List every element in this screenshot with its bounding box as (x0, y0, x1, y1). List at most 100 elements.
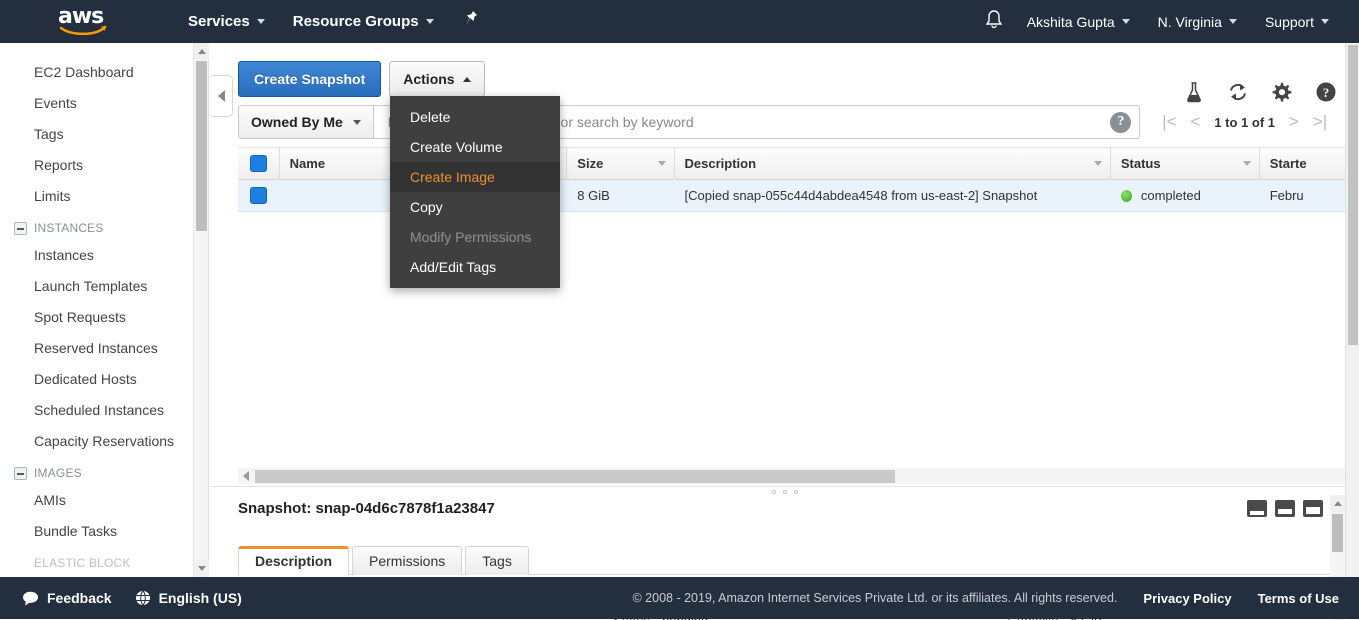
nav-support-label: Support (1265, 14, 1314, 30)
feedback-button[interactable]: Feedback (22, 590, 112, 606)
status-indicator-icon (1121, 190, 1132, 202)
hscroll-left-button[interactable] (238, 468, 254, 484)
triangle-up-icon (198, 49, 206, 54)
pane-full-icon[interactable] (1303, 500, 1323, 517)
pagination-prev-button[interactable]: < (1182, 112, 1208, 132)
menu-item-add-edit-tags[interactable]: Add/Edit Tags (390, 252, 560, 282)
sidebar-item-tags[interactable]: Tags (0, 119, 193, 150)
sidebar-item-launch-templates[interactable]: Launch Templates (0, 271, 193, 302)
row-checkbox[interactable] (250, 187, 267, 204)
column-label: Status (1121, 156, 1161, 171)
footer-bar: Feedback English (US) © 2008 - 2019, Ama… (0, 577, 1359, 619)
feedback-label: Feedback (47, 590, 112, 606)
select-all-checkbox[interactable] (250, 155, 267, 172)
actions-dropdown-menu: Delete Create Volume Create Image Copy M… (390, 96, 560, 288)
nav-support-menu[interactable]: Support (1251, 0, 1343, 43)
pin-icon[interactable] (448, 10, 494, 33)
pagination-last-button[interactable]: >| (1307, 112, 1333, 132)
pane-split-icon[interactable] (1275, 500, 1295, 517)
nav-region-menu[interactable]: N. Virginia (1144, 0, 1251, 43)
grip-dot (772, 490, 776, 494)
tab-tags[interactable]: Tags (465, 546, 529, 575)
chevron-down-icon[interactable] (658, 161, 666, 166)
detail-tabs: Description Permissions Tags (238, 545, 1331, 575)
nav-services[interactable]: Services (174, 0, 279, 43)
pane-layout-buttons (1247, 500, 1323, 517)
pane-bottom-icon[interactable] (1247, 500, 1267, 517)
tab-permissions[interactable]: Permissions (352, 546, 462, 575)
hscroll-thumb[interactable] (255, 470, 895, 483)
chevron-down-icon (1321, 19, 1329, 24)
actions-button-label: Actions (403, 71, 454, 87)
column-header-size[interactable]: Size (567, 148, 674, 180)
chevron-down-icon[interactable] (1094, 161, 1102, 166)
menu-item-copy[interactable]: Copy (390, 192, 560, 222)
detail-scroll-up-button[interactable] (1330, 495, 1345, 512)
nav-account-menu[interactable]: Akshita Gupta (1013, 0, 1144, 43)
terms-of-use-link[interactable]: Terms of Use (1258, 591, 1339, 606)
sidebar-scroll-up-button[interactable] (194, 43, 209, 60)
sidebar-item-dedicated-hosts[interactable]: Dedicated Hosts (0, 364, 193, 395)
sidebar-item-capacity-reservations[interactable]: Capacity Reservations (0, 426, 193, 457)
column-label: Starte (1270, 156, 1307, 171)
actions-button[interactable]: Actions (389, 61, 484, 97)
sidebar-item-reserved-instances[interactable]: Reserved Instances (0, 333, 193, 364)
refresh-icon[interactable] (1227, 81, 1249, 103)
aws-logo[interactable]: aws (58, 7, 116, 37)
menu-item-create-image[interactable]: Create Image (390, 162, 560, 192)
menu-item-modify-permissions: Modify Permissions (390, 222, 560, 252)
sidebar-group-label: IMAGES (34, 466, 82, 480)
sidebar-item-bundle-tasks[interactable]: Bundle Tasks (0, 516, 193, 547)
page-scrollbar[interactable] (1345, 43, 1359, 577)
column-header-status[interactable]: Status (1111, 148, 1260, 180)
chevron-down-icon (257, 19, 265, 24)
globe-icon (135, 590, 151, 606)
notifications-bell-icon[interactable] (985, 9, 1013, 34)
sidebar-item-limits[interactable]: Limits (0, 181, 193, 212)
column-label: Name (290, 156, 325, 171)
collapse-minus-icon[interactable] (14, 467, 27, 480)
pagination-next-button[interactable]: > (1281, 112, 1307, 132)
sidebar-item-ec2-dashboard[interactable]: EC2 Dashboard (0, 57, 193, 88)
page-scroll-thumb[interactable] (1348, 45, 1358, 345)
triangle-down-icon (198, 566, 206, 571)
menu-item-create-volume[interactable]: Create Volume (390, 132, 560, 162)
search-help-icon[interactable]: ? (1110, 112, 1131, 133)
sidebar-item-reports[interactable]: Reports (0, 150, 193, 181)
gear-icon[interactable] (1271, 81, 1293, 103)
menu-item-delete[interactable]: Delete (390, 102, 560, 132)
table-horizontal-scrollbar[interactable] (238, 468, 1358, 484)
speech-bubble-icon (22, 591, 39, 606)
column-header-description[interactable]: Description (675, 148, 1111, 180)
chevron-down-icon[interactable] (1243, 161, 1251, 166)
collapse-minus-icon[interactable] (14, 222, 27, 235)
nav-resource-groups-label: Resource Groups (293, 13, 419, 30)
sidebar-scrollbar[interactable] (194, 43, 209, 577)
pagination-first-button[interactable]: |< (1156, 112, 1182, 132)
sidebar-item-events[interactable]: Events (0, 88, 193, 119)
nav-resource-groups[interactable]: Resource Groups (279, 0, 448, 43)
language-button[interactable]: English (US) (135, 590, 242, 606)
triangle-up-icon (1334, 501, 1342, 506)
grip-dot (783, 490, 787, 494)
sidebar-scroll-thumb[interactable] (196, 61, 207, 231)
detail-scroll-thumb[interactable] (1332, 514, 1343, 552)
sidebar-scroll-down-button[interactable] (194, 560, 209, 577)
sidebar-item-scheduled-instances[interactable]: Scheduled Instances (0, 395, 193, 426)
sidebar-collapse-button[interactable] (211, 75, 233, 117)
top-navigation-bar: aws Services Resource Groups Akshita Gup… (0, 0, 1359, 43)
cell-status: completed (1111, 180, 1260, 212)
nav-region-label: N. Virginia (1158, 14, 1222, 30)
flask-icon[interactable] (1183, 81, 1205, 103)
create-snapshot-button[interactable]: Create Snapshot (238, 61, 381, 97)
sidebar-group-elastic-block: ELASTIC BLOCK (0, 547, 193, 575)
toolbar-icon-row: ? (1183, 81, 1337, 103)
privacy-policy-link[interactable]: Privacy Policy (1143, 591, 1231, 606)
column-label: Description (685, 156, 757, 171)
sidebar-item-instances[interactable]: Instances (0, 240, 193, 271)
sidebar-item-amis[interactable]: AMIs (0, 485, 193, 516)
tab-description[interactable]: Description (238, 546, 349, 575)
owner-filter-dropdown[interactable]: Owned By Me (238, 105, 374, 139)
help-icon[interactable]: ? (1315, 81, 1337, 103)
sidebar-item-spot-requests[interactable]: Spot Requests (0, 302, 193, 333)
